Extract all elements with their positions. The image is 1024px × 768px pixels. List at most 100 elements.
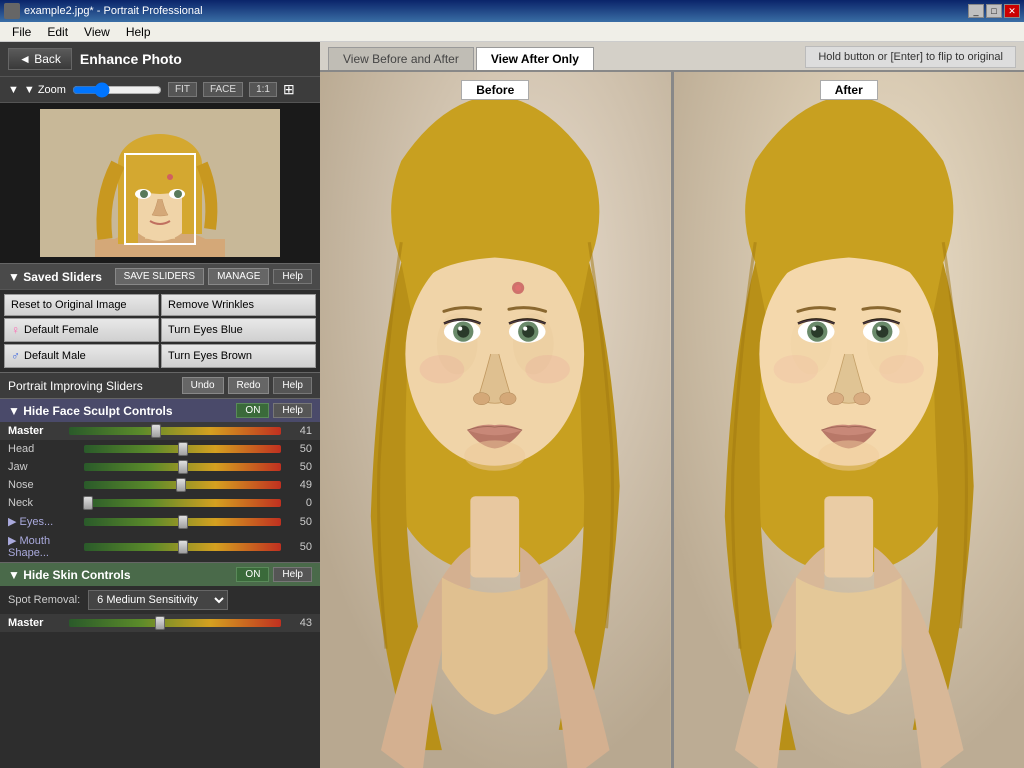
after-label: After (820, 80, 878, 100)
eyes-slider-row: ▶ Eyes... 50 (0, 512, 320, 531)
mouth-slider-track[interactable] (84, 543, 281, 551)
preset-turn-eyes-brown-button[interactable]: Turn Eyes Brown (161, 344, 316, 368)
zoom-face-button[interactable]: FACE (203, 82, 243, 97)
menu-file[interactable]: File (4, 23, 39, 41)
neck-slider-value: 0 (287, 497, 312, 509)
zoom-triangle: ▼ (8, 84, 19, 96)
preset-reset-button[interactable]: Reset to Original Image (4, 294, 159, 316)
master-slider-label: Master (8, 425, 63, 437)
head-slider-label: Head (8, 443, 78, 455)
tab-view-after-only[interactable]: View After Only (476, 47, 594, 70)
preset-default-male-button[interactable]: ♂ Default Male (4, 344, 159, 368)
spot-removal-select[interactable]: 1 Low Sensitivity 3 Low-Med Sensitivity … (88, 590, 228, 610)
eyes-slider-value: 50 (287, 516, 312, 528)
head-slider-track[interactable] (84, 445, 281, 453)
master-slider-thumb[interactable] (151, 424, 161, 438)
mouth-slider-label[interactable]: ▶ Mouth Shape... (8, 534, 78, 559)
menu-view[interactable]: View (76, 23, 118, 41)
neck-slider-row: Neck 0 (0, 494, 320, 512)
preset-turn-eyes-blue-button[interactable]: Turn Eyes Blue (161, 318, 316, 342)
mouth-slider-thumb[interactable] (178, 540, 188, 554)
maximize-button[interactable]: □ (986, 4, 1002, 18)
neck-slider-track[interactable] (84, 499, 281, 507)
close-button[interactable]: ✕ (1004, 4, 1020, 18)
jaw-slider-thumb[interactable] (178, 460, 188, 474)
nose-slider-value: 49 (287, 479, 312, 491)
skin-controls-label: ▼ Hide Skin Controls (8, 568, 131, 582)
zoom-expand-button[interactable]: ⊞ (283, 81, 295, 98)
face-sculpt-header: ▼ Hide Face Sculpt Controls ON Help (0, 398, 320, 422)
manage-button[interactable]: MANAGE (208, 268, 269, 285)
spot-removal-row: Spot Removal: 1 Low Sensitivity 3 Low-Me… (0, 586, 320, 614)
menu-help[interactable]: Help (118, 23, 159, 41)
minimize-button[interactable]: _ (968, 4, 984, 18)
zoom-label: ▼ ▼ Zoom (8, 84, 66, 96)
neck-slider-label: Neck (8, 497, 78, 509)
head-slider-thumb[interactable] (178, 442, 188, 456)
undo-button[interactable]: Undo (182, 377, 224, 394)
skin-controls-header: ▼ Hide Skin Controls ON Help (0, 562, 320, 586)
female-icon: ♀ (11, 323, 20, 337)
thumbnail-container[interactable] (40, 109, 280, 257)
skin-help-button[interactable]: Help (273, 567, 312, 582)
face-sculpt-help-button[interactable]: Help (273, 403, 312, 418)
preset-turn-eyes-brown-label: Turn Eyes Brown (168, 350, 252, 362)
head-slider-value: 50 (287, 443, 312, 455)
mouth-slider-value: 50 (287, 541, 312, 553)
preset-remove-wrinkles-label: Remove Wrinkles (168, 299, 254, 311)
zoom-bar: ▼ ▼ Zoom FIT FACE 1:1 ⊞ (0, 77, 320, 103)
before-photo-col: Before (320, 72, 671, 768)
skin-master-track[interactable] (69, 619, 281, 627)
skin-on-button[interactable]: ON (236, 567, 269, 582)
thumbnail-portrait (40, 109, 280, 257)
window-title: example2.jpg* - Portrait Professional (24, 5, 203, 17)
nose-slider-thumb[interactable] (176, 478, 186, 492)
panel-title: Enhance Photo (80, 51, 182, 67)
master-slider-track[interactable] (69, 427, 281, 435)
before-label: Before (461, 80, 529, 100)
jaw-slider-track[interactable] (84, 463, 281, 471)
zoom-slider[interactable] (72, 82, 162, 98)
back-button[interactable]: ◄ Back (8, 48, 72, 70)
face-sculpt-on-button[interactable]: ON (236, 403, 269, 418)
zoom-fit-button[interactable]: FIT (168, 82, 197, 97)
spot-removal-label: Spot Removal: (8, 594, 80, 606)
face-sculpt-label: ▼ Hide Face Sculpt Controls (8, 404, 173, 418)
preset-default-female-label: Default Female (24, 324, 99, 336)
redo-button[interactable]: Redo (228, 377, 270, 394)
panel-header: ◄ Back Enhance Photo (0, 42, 320, 77)
preset-remove-wrinkles-button[interactable]: Remove Wrinkles (161, 294, 316, 316)
saved-sliders-help-button[interactable]: Help (273, 269, 312, 284)
jaw-slider-value: 50 (287, 461, 312, 473)
right-panel: View Before and After View After Only Ho… (320, 42, 1024, 768)
view-tabs: View Before and After View After Only Ho… (320, 42, 1024, 72)
after-portrait-svg (674, 72, 1024, 768)
app-icon (4, 3, 20, 19)
portrait-help-button[interactable]: Help (273, 377, 312, 394)
thumbnail-area (0, 103, 320, 263)
skin-master-thumb[interactable] (155, 616, 165, 630)
jaw-slider-row: Jaw 50 (0, 458, 320, 476)
menu-bar: File Edit View Help (0, 22, 1024, 42)
saved-sliders-section: ▼ Saved Sliders SAVE SLIDERS MANAGE Help (0, 263, 320, 290)
before-portrait-svg (320, 72, 671, 768)
preset-default-female-button[interactable]: ♀ Default Female (4, 318, 159, 342)
master-slider-value: 41 (287, 425, 312, 437)
eyes-slider-label[interactable]: ▶ Eyes... (8, 515, 78, 528)
nose-slider-track[interactable] (84, 481, 281, 489)
neck-slider-thumb[interactable] (83, 496, 93, 510)
tab-before-and-after[interactable]: View Before and After (328, 47, 474, 70)
save-sliders-button[interactable]: SAVE SLIDERS (115, 268, 205, 285)
jaw-slider-label: Jaw (8, 461, 78, 473)
menu-edit[interactable]: Edit (39, 23, 76, 41)
after-photo-col: After (674, 72, 1024, 768)
nose-slider-row: Nose 49 (0, 476, 320, 494)
after-portrait (674, 72, 1024, 768)
before-portrait (320, 72, 671, 768)
skin-master-value: 43 (287, 617, 312, 629)
male-icon: ♂ (11, 349, 20, 363)
eyes-slider-track[interactable] (84, 518, 281, 526)
zoom-1-1-button[interactable]: 1:1 (249, 82, 277, 97)
portrait-improving-title: Portrait Improving Sliders (8, 379, 143, 393)
eyes-slider-thumb[interactable] (178, 515, 188, 529)
